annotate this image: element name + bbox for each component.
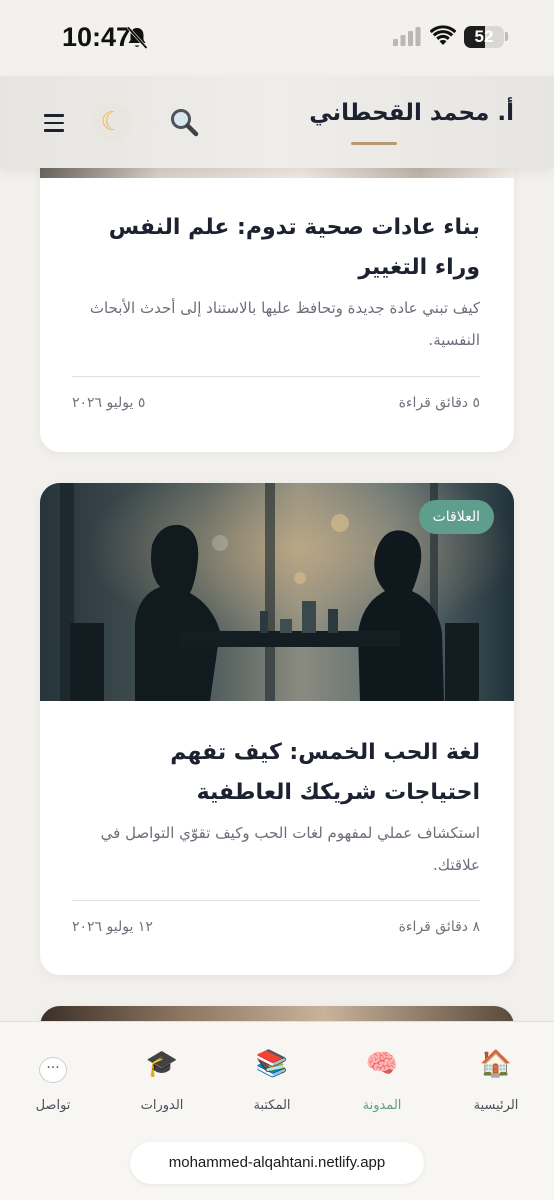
- speech-bubble-icon: ···: [8, 1044, 98, 1084]
- house-icon: 🏠: [479, 1049, 513, 1079]
- nav-item-courses[interactable]: 🎓 الدورات: [117, 1044, 207, 1113]
- menu-icon[interactable]: [44, 114, 64, 132]
- nav-label: المكتبة: [253, 1098, 291, 1113]
- active-link-underline: [351, 142, 397, 145]
- nav-label: الدورات: [140, 1098, 184, 1113]
- search-icon[interactable]: [168, 106, 200, 138]
- article-excerpt: كيف تبني عادة جديدة وتحافظ عليها بالاستن…: [89, 299, 480, 349]
- browser-url-bar[interactable]: mohammed-alqahtani.netlify.app: [130, 1142, 424, 1184]
- battery-tip: [505, 32, 508, 41]
- bell-muted-icon: [126, 26, 148, 50]
- publish-date: ١٢ يوليو ٢٠٢٦: [72, 919, 153, 935]
- brain-icon: 🧠: [365, 1049, 399, 1079]
- site-title[interactable]: أ. محمد القحطاني: [309, 100, 514, 126]
- graduation-cap-icon: 🎓: [145, 1049, 179, 1079]
- article-excerpt: استكشاف عملي لمفهوم لغات الحب وكيف تقوّي…: [100, 824, 480, 874]
- nav-label: المدونة: [362, 1098, 402, 1113]
- read-time: ٥ دقائق قراءة: [398, 395, 480, 411]
- battery-percent: 52: [474, 27, 494, 46]
- moon-icon: ☾: [100, 107, 124, 137]
- app-header: أ. محمد القحطاني: [0, 76, 554, 168]
- nav-item-blog[interactable]: 🧠 المدونة: [337, 1044, 427, 1113]
- card-divider: [72, 900, 480, 901]
- publish-date: ٥ يوليو ٢٠٢٦: [72, 395, 146, 411]
- dark-mode-toggle[interactable]: ☾: [92, 102, 132, 142]
- category-badge[interactable]: العلاقات: [418, 500, 494, 534]
- article-card[interactable]: العلاقات لغة الحب الخمس: كيف تفهم احتياج…: [40, 483, 514, 975]
- article-card[interactable]: بناء عادات صحية تدوم: علم النفس وراء الت…: [40, 140, 514, 452]
- nav-label: الرئيسية: [473, 1098, 519, 1113]
- nav-item-contact[interactable]: ··· تواصل: [8, 1044, 98, 1113]
- status-time: 10:47: [62, 22, 132, 52]
- nav-item-home[interactable]: 🏠 الرئيسية: [451, 1044, 541, 1113]
- article-title[interactable]: بناء عادات صحية تدوم: علم النفس وراء الت…: [70, 208, 480, 288]
- card-divider: [72, 376, 480, 377]
- wifi-icon: [430, 25, 456, 45]
- read-time: ٨ دقائق قراءة: [398, 919, 480, 935]
- bottom-navigation: 🏠 الرئيسية 🧠 المدونة 📚 المكتبة 🎓 الدورات…: [0, 1021, 554, 1200]
- books-icon: 📚: [255, 1049, 289, 1079]
- article-title[interactable]: لغة الحب الخمس: كيف تفهم احتياجات شريكك …: [70, 733, 480, 813]
- battery-indicator: 52: [464, 26, 504, 48]
- cellular-signal-icon: [393, 27, 421, 46]
- status-bar: 10:47 52: [0, 0, 554, 76]
- nav-label: تواصل: [35, 1098, 71, 1113]
- nav-item-library[interactable]: 📚 المكتبة: [227, 1044, 317, 1113]
